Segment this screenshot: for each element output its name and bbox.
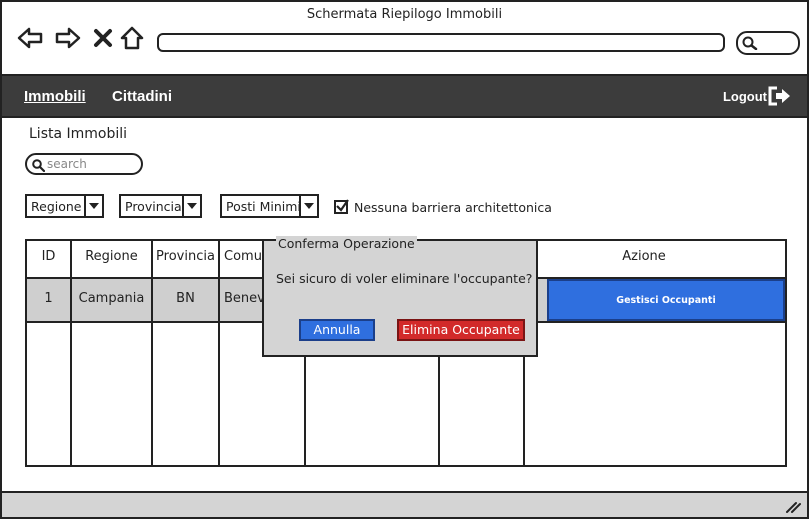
filter-regione-select[interactable]: Regione (25, 194, 104, 218)
cell-id: 1 (44, 291, 53, 306)
cancel-button[interactable]: Annulla (299, 319, 375, 341)
chevron-down-icon[interactable] (182, 196, 200, 216)
search-icon (32, 159, 45, 172)
checkmark-icon (336, 199, 349, 212)
chevron-down-icon[interactable] (299, 196, 317, 216)
filter-provincia-select[interactable]: Provincia (119, 194, 202, 218)
window-title: Schermata Riepilogo Immobili (306, 7, 503, 22)
filter-posti-minimi-label: Posti Minimi (226, 199, 301, 214)
nav-item-cittadini[interactable]: Cittadini (112, 88, 172, 105)
cell-regione: Campania (78, 291, 145, 306)
filter-posti-minimi-select[interactable]: Posti Minimi (220, 194, 319, 218)
page-title: Lista Immobili (29, 126, 128, 142)
search-icon (742, 36, 758, 50)
column-header-id: ID (41, 249, 56, 264)
browser-search-box[interactable] (736, 31, 800, 55)
browser-window: Schermata Riepilogo Immobili Immobili Ci… (0, 0, 809, 519)
address-bar[interactable] (157, 33, 725, 52)
forward-arrow-icon[interactable] (55, 24, 81, 52)
filter-regione-label: Regione (31, 199, 82, 214)
column-header-azione: Azione (622, 249, 666, 264)
column-header-provincia: Provincia (156, 249, 215, 264)
column-divider (70, 241, 72, 465)
filter-provincia-label: Provincia (125, 199, 182, 214)
browser-chrome: Schermata Riepilogo Immobili (2, 2, 807, 74)
home-icon[interactable] (119, 24, 145, 52)
resize-grip-icon[interactable] (785, 501, 801, 513)
column-header-regione: Regione (85, 249, 138, 264)
nav-item-immobili[interactable]: Immobili (24, 88, 86, 105)
logout-link[interactable]: Logout (723, 89, 767, 104)
dialog-message: Sei sicuro di voler eliminare l'occupant… (276, 271, 533, 286)
back-arrow-icon[interactable] (17, 24, 43, 52)
chevron-down-icon[interactable] (84, 196, 102, 216)
status-bar (2, 491, 807, 517)
close-icon[interactable] (93, 24, 113, 52)
accessibility-checkbox[interactable] (334, 199, 349, 214)
gestisci-occupanti-label: Gestisci Occupanti (616, 295, 716, 306)
column-divider (218, 241, 220, 465)
gestisci-occupanti-button[interactable]: Gestisci Occupanti (547, 279, 785, 321)
dialog-title: Conferma Operazione (276, 236, 417, 251)
accessibility-checkbox-label: Nessuna barriera architettonica (354, 200, 552, 215)
cell-provincia: BN (176, 291, 195, 306)
search-input[interactable]: search (25, 153, 143, 175)
main-navbar: Immobili Cittadini Logout (2, 74, 807, 118)
confirm-dialog: Conferma Operazione Sei sicuro di voler … (262, 236, 538, 357)
delete-occupant-button[interactable]: Elimina Occupante (397, 319, 525, 341)
logout-icon[interactable] (768, 86, 792, 106)
column-divider (151, 241, 153, 465)
search-placeholder: search (47, 157, 87, 171)
